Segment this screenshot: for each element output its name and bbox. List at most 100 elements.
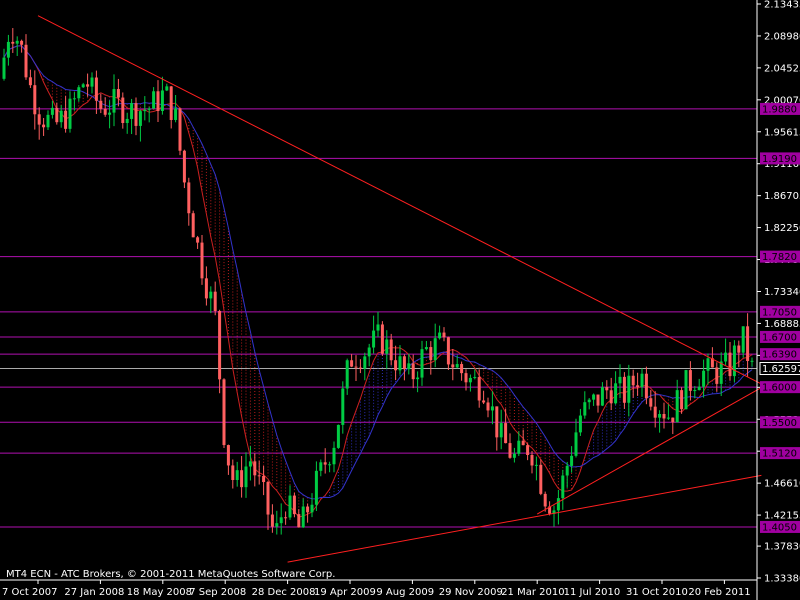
y-tick-label: 2.08980 bbox=[764, 31, 800, 42]
candle-body bbox=[222, 379, 226, 446]
candle-body bbox=[394, 360, 398, 371]
candle-body bbox=[196, 237, 200, 243]
candle-body bbox=[46, 114, 50, 128]
y-tick-label: 1.42155 bbox=[764, 511, 800, 522]
candle-body bbox=[226, 445, 230, 466]
candle-body bbox=[376, 324, 380, 331]
candle-body bbox=[187, 182, 191, 214]
candle-body bbox=[24, 44, 28, 78]
y-tick-label: 1.73340 bbox=[764, 287, 800, 298]
candle-body bbox=[94, 77, 98, 101]
candle-body bbox=[292, 495, 296, 515]
candle-body bbox=[138, 111, 142, 126]
y-tick-label: 2.04525 bbox=[764, 63, 800, 74]
candle-body bbox=[658, 414, 662, 418]
candle-body bbox=[59, 110, 63, 123]
candle-body bbox=[314, 470, 318, 505]
candle-body bbox=[587, 399, 591, 403]
candle-body bbox=[130, 103, 134, 119]
candle-body bbox=[99, 100, 103, 109]
candle-body bbox=[191, 213, 195, 238]
candle-body bbox=[715, 367, 719, 384]
candle-body bbox=[209, 291, 213, 299]
candle-body bbox=[33, 85, 37, 115]
candle-body bbox=[495, 406, 499, 438]
candle-body bbox=[253, 461, 257, 476]
candle-body bbox=[125, 118, 129, 123]
candle-body bbox=[121, 97, 125, 123]
level-label: 1.7820 bbox=[762, 252, 797, 263]
candle-body bbox=[596, 394, 600, 406]
candle-body bbox=[103, 108, 107, 115]
candle-body bbox=[64, 110, 68, 129]
x-tick-label: 11 Jul 2010 bbox=[564, 587, 621, 598]
x-tick-label: 9 Aug 2009 bbox=[376, 587, 434, 598]
candle-body bbox=[240, 470, 244, 488]
candle-body bbox=[693, 390, 697, 392]
candle-body bbox=[90, 77, 94, 87]
y-tick-label: 1.37830 bbox=[764, 542, 800, 553]
y-tick-label: 1.86705 bbox=[764, 191, 800, 202]
candle-body bbox=[279, 517, 283, 524]
candle-body bbox=[248, 461, 252, 467]
candle-body bbox=[363, 356, 367, 369]
candle-body bbox=[675, 390, 679, 423]
candle-body bbox=[55, 107, 59, 123]
candle-body bbox=[640, 373, 644, 387]
candle-body bbox=[11, 41, 15, 44]
candle-body bbox=[636, 385, 640, 387]
candle-body bbox=[275, 523, 279, 527]
candle-body bbox=[231, 465, 235, 480]
candle-body bbox=[288, 495, 292, 518]
candle-body bbox=[244, 466, 248, 488]
candle-body bbox=[169, 86, 173, 120]
candle-body bbox=[6, 41, 10, 58]
candle-body bbox=[156, 91, 160, 112]
candle-body bbox=[464, 373, 468, 383]
x-tick-label: 7 Oct 2007 bbox=[2, 587, 57, 598]
candle-body bbox=[724, 352, 728, 362]
candle-body bbox=[72, 98, 76, 100]
candle-body bbox=[2, 57, 6, 79]
candle-body bbox=[583, 402, 587, 416]
candle-body bbox=[20, 40, 24, 45]
x-tick-label: 28 Dec 2008 bbox=[252, 587, 316, 598]
candle-body bbox=[108, 112, 112, 115]
candle-body bbox=[482, 400, 486, 403]
x-tick-label: 18 May 2008 bbox=[127, 587, 192, 598]
candle-body bbox=[407, 363, 411, 370]
candle-body bbox=[336, 424, 340, 448]
candle-body bbox=[350, 360, 354, 367]
candle-body bbox=[297, 514, 301, 528]
candle-body bbox=[174, 108, 178, 120]
candle-body bbox=[81, 84, 85, 88]
candle-body bbox=[424, 347, 428, 350]
candle-body bbox=[385, 339, 389, 354]
candle-body bbox=[455, 364, 459, 368]
y-tick-label: 1.95615 bbox=[764, 127, 800, 138]
candle-body bbox=[380, 324, 384, 354]
candle-body bbox=[473, 377, 477, 379]
level-label: 1.6700 bbox=[762, 332, 797, 343]
candle-body bbox=[306, 506, 310, 513]
candle-body bbox=[680, 390, 684, 410]
candle-body bbox=[618, 376, 622, 384]
candle-body bbox=[367, 347, 371, 357]
candle-body bbox=[468, 377, 472, 383]
x-tick-label: 21 Mar 2010 bbox=[501, 587, 564, 598]
candle-body bbox=[451, 364, 455, 368]
candle-body bbox=[433, 338, 437, 361]
candle-body bbox=[284, 517, 288, 519]
candle-body bbox=[477, 377, 481, 401]
candle-body bbox=[15, 40, 19, 44]
y-tick-label: 2.13435 bbox=[764, 0, 800, 11]
candle-body bbox=[182, 150, 186, 183]
candle-body bbox=[389, 339, 393, 361]
candle-body bbox=[609, 390, 613, 404]
candle-body bbox=[653, 406, 657, 418]
x-tick-label: 20 Feb 2011 bbox=[688, 587, 750, 598]
level-label: 1.9880 bbox=[762, 104, 797, 115]
candle-body bbox=[706, 358, 710, 371]
candle-body bbox=[213, 291, 217, 312]
candle-body bbox=[534, 464, 538, 466]
